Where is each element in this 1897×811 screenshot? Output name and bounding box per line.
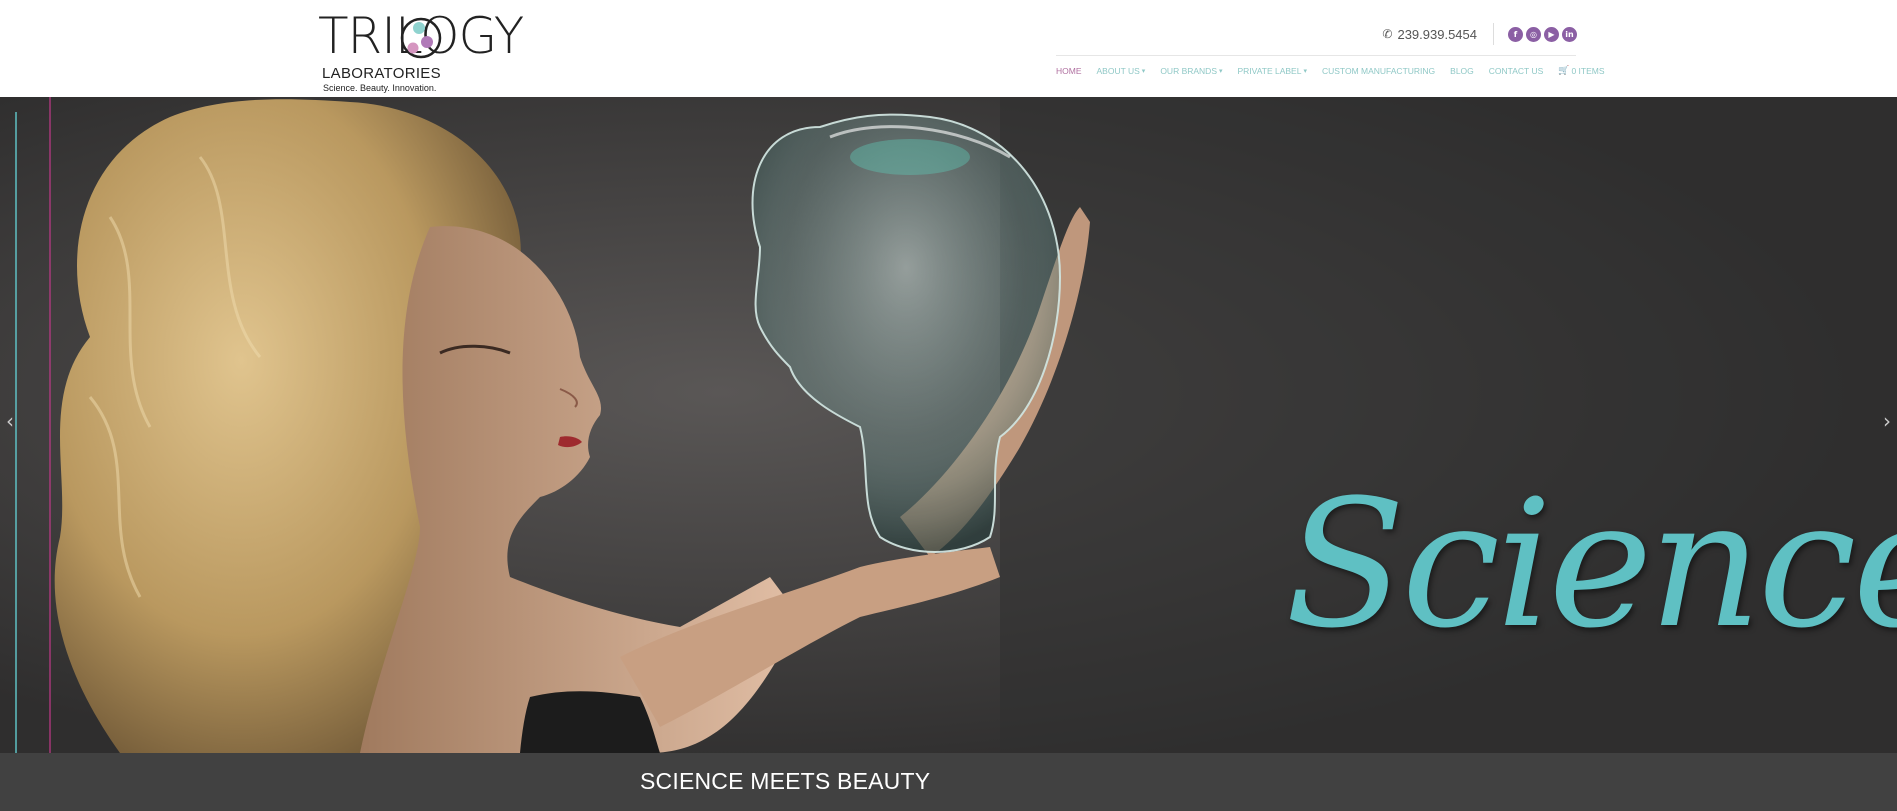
- slider-prev-arrow[interactable]: ‹: [6, 409, 14, 433]
- cart-icon: 🛒: [1558, 66, 1570, 76]
- nav-item-label: ABOUT US: [1096, 66, 1140, 76]
- logo[interactable]: TRILOGY LABORATORIES Science. Beauty. In…: [318, 8, 524, 94]
- nav-item-private-label[interactable]: PRIVATE LABEL ▾: [1238, 66, 1307, 76]
- slide-caption: SCIENCE MEETS BEAUTY: [640, 768, 931, 794]
- phone-text: 239.939.5454: [1397, 26, 1477, 42]
- nav-item-label: HOME: [1056, 66, 1082, 76]
- social-links: f ◎ ▶ in: [1494, 26, 1577, 42]
- nav-item-contact-us[interactable]: CONTACT US: [1489, 66, 1543, 76]
- youtube-icon[interactable]: ▶: [1544, 26, 1559, 42]
- hero-script-text: Science: [1285, 462, 1897, 667]
- nav-divider: [1056, 55, 1576, 56]
- phone-icon: ✆: [1382, 27, 1393, 41]
- hero-slider[interactable]: ‹ › Science: [0, 97, 1897, 753]
- nav-item-custom-manufacturing[interactable]: CUSTOM MANUFACTURING: [1322, 66, 1435, 76]
- nav-item-about-us[interactable]: ABOUT US ▾: [1097, 66, 1146, 76]
- logo-tagline: Science. Beauty. Innovation.: [323, 83, 437, 93]
- caret-down-icon: ▾: [1219, 68, 1223, 75]
- nav-item-blog[interactable]: BLOG: [1450, 66, 1474, 76]
- linkedin-icon[interactable]: in: [1562, 26, 1577, 42]
- caret-down-icon: ▾: [1141, 68, 1146, 75]
- nav-item-label: BLOG: [1450, 66, 1474, 76]
- header-topbar: ✆ 239.939.5454 f ◎ ▶ in: [1382, 20, 1577, 48]
- nav-item-label: CUSTOM MANUFACTURING: [1321, 66, 1436, 76]
- caret-down-icon: ▾: [1303, 68, 1307, 75]
- nav-item-label: PRIVATE LABEL: [1237, 66, 1302, 76]
- phone-number[interactable]: ✆ 239.939.5454: [1382, 23, 1494, 45]
- instagram-icon[interactable]: ◎: [1526, 26, 1541, 42]
- nav-item-label: CONTACT US: [1488, 66, 1544, 76]
- nav-cart[interactable]: 🛒 0 ITEMS: [1558, 66, 1604, 76]
- nav-item-label: OUR BRANDS: [1160, 66, 1217, 76]
- site-header: TRILOGY LABORATORIES Science. Beauty. In…: [0, 0, 1897, 97]
- slider-next-arrow[interactable]: ›: [1883, 409, 1891, 433]
- main-nav: HOME ABOUT US ▾ OUR BRANDS ▾ PRIVATE LABEL ▾ CU…: [1056, 66, 1620, 76]
- nav-item-our-brands[interactable]: OUR BRANDS ▾: [1160, 66, 1222, 76]
- slide-caption-bar: SCIENCE MEETS BEAUTY: [0, 753, 1897, 811]
- cart-label: 0 ITEMS: [1571, 66, 1605, 76]
- nav-item-home[interactable]: HOME: [1056, 66, 1082, 76]
- logo-dots-icon: [400, 17, 442, 59]
- facebook-icon[interactable]: f: [1508, 26, 1523, 42]
- logo-subtitle: LABORATORIES: [322, 65, 441, 82]
